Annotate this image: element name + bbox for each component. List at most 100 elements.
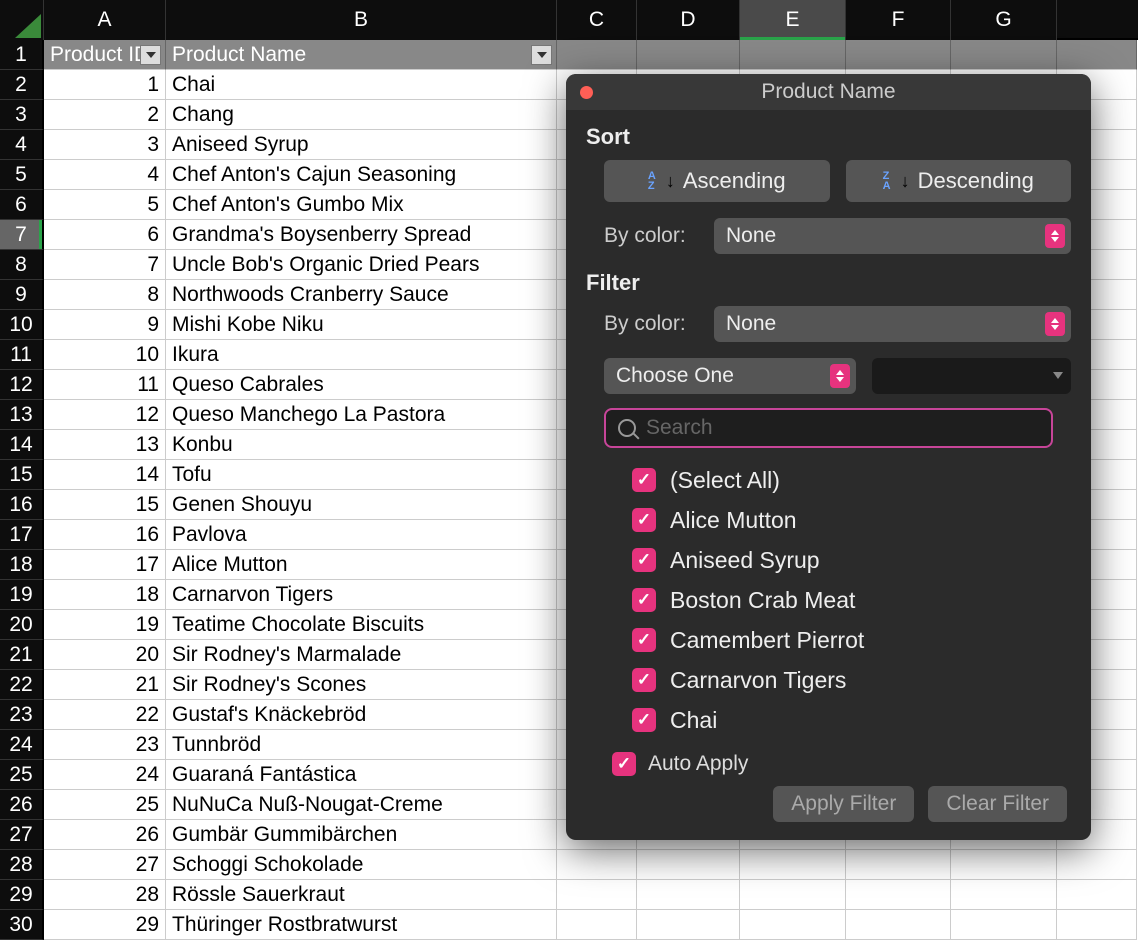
cell-product-name[interactable]: Schoggi Schokolade — [166, 850, 557, 880]
row-header[interactable]: 8 — [0, 250, 44, 280]
sort-by-color-select[interactable]: None — [714, 218, 1071, 254]
search-field[interactable] — [604, 408, 1053, 448]
cell-empty[interactable] — [951, 850, 1057, 880]
cell-empty[interactable] — [846, 40, 951, 70]
row-header[interactable]: 24 — [0, 730, 44, 760]
cell-empty[interactable] — [951, 40, 1057, 70]
row-header[interactable]: 23 — [0, 700, 44, 730]
cell-empty[interactable] — [740, 880, 846, 910]
cell-product-name[interactable]: NuNuCa Nuß-Nougat-Creme — [166, 790, 557, 820]
cell-empty[interactable] — [740, 850, 846, 880]
checkbox-icon[interactable]: ✓ — [632, 468, 656, 492]
row-header[interactable]: 22 — [0, 670, 44, 700]
cell-product-id[interactable]: 23 — [44, 730, 166, 760]
row-header[interactable]: 13 — [0, 400, 44, 430]
cell-empty[interactable] — [1057, 880, 1137, 910]
row-header[interactable]: 17 — [0, 520, 44, 550]
filter-by-color-select[interactable]: None — [714, 306, 1071, 342]
cell-empty[interactable] — [557, 850, 637, 880]
col-header-a[interactable]: A — [44, 0, 166, 40]
cell-product-name[interactable]: Carnarvon Tigers — [166, 580, 557, 610]
cell-product-name[interactable]: Queso Manchego La Pastora — [166, 400, 557, 430]
col-header-f[interactable]: F — [846, 0, 951, 40]
cell-product-name[interactable]: Alice Mutton — [166, 550, 557, 580]
row-header[interactable]: 18 — [0, 550, 44, 580]
cell-empty[interactable] — [557, 880, 637, 910]
filter-list-item[interactable]: ✓Alice Mutton — [632, 500, 1053, 540]
cell-product-id[interactable]: 27 — [44, 850, 166, 880]
select-all-corner[interactable] — [0, 0, 44, 40]
cell-empty[interactable] — [951, 880, 1057, 910]
row-header[interactable]: 29 — [0, 880, 44, 910]
row-header[interactable]: 9 — [0, 280, 44, 310]
row-header[interactable]: 1 — [0, 40, 44, 70]
cell-product-id[interactable]: 22 — [44, 700, 166, 730]
cell-product-name[interactable]: Uncle Bob's Organic Dried Pears — [166, 250, 557, 280]
cell-product-name[interactable]: Pavlova — [166, 520, 557, 550]
filter-list-item[interactable]: ✓Boston Crab Meat — [632, 580, 1053, 620]
filter-dropdown-icon[interactable] — [140, 45, 161, 65]
cell-empty[interactable] — [637, 880, 740, 910]
cell-product-id[interactable]: 8 — [44, 280, 166, 310]
cell-product-name[interactable]: Aniseed Syrup — [166, 130, 557, 160]
cell-product-name[interactable]: Teatime Chocolate Biscuits — [166, 610, 557, 640]
row-header[interactable]: 25 — [0, 760, 44, 790]
auto-apply-checkbox[interactable]: ✓ — [612, 752, 636, 776]
cell-product-name[interactable]: Konbu — [166, 430, 557, 460]
cell-product-id[interactable]: 16 — [44, 520, 166, 550]
cell-product-name[interactable]: Chef Anton's Cajun Seasoning — [166, 160, 557, 190]
cell-product-name[interactable]: Chai — [166, 70, 557, 100]
checkbox-icon[interactable]: ✓ — [632, 548, 656, 572]
checkbox-icon[interactable]: ✓ — [632, 628, 656, 652]
cell-product-id[interactable]: 19 — [44, 610, 166, 640]
cell-product-name[interactable]: Grandma's Boysenberry Spread — [166, 220, 557, 250]
cell-product-name[interactable]: Genen Shouyu — [166, 490, 557, 520]
row-header[interactable]: 5 — [0, 160, 44, 190]
cell-product-name[interactable]: Northwoods Cranberry Sauce — [166, 280, 557, 310]
cell-product-name[interactable]: Sir Rodney's Marmalade — [166, 640, 557, 670]
row-header[interactable]: 19 — [0, 580, 44, 610]
header-cell-product-name[interactable]: Product Name — [166, 40, 557, 70]
sort-descending-button[interactable]: ZA ↓ Descending — [846, 160, 1072, 202]
cell-empty[interactable] — [1057, 40, 1137, 70]
cell-empty[interactable] — [637, 40, 740, 70]
filter-list-item[interactable]: ✓(Select All) — [632, 460, 1053, 500]
cell-product-id[interactable]: 9 — [44, 310, 166, 340]
cell-product-name[interactable]: Tunnbröd — [166, 730, 557, 760]
cell-product-id[interactable]: 14 — [44, 460, 166, 490]
row-header[interactable]: 30 — [0, 910, 44, 940]
row-header[interactable]: 10 — [0, 310, 44, 340]
cell-product-name[interactable]: Chang — [166, 100, 557, 130]
sort-ascending-button[interactable]: AZ ↓ Ascending — [604, 160, 830, 202]
row-header[interactable]: 2 — [0, 70, 44, 100]
cell-empty[interactable] — [637, 850, 740, 880]
col-header-e[interactable]: E — [740, 0, 846, 40]
header-cell-product-id[interactable]: Product ID — [44, 40, 166, 70]
row-header[interactable]: 6 — [0, 190, 44, 220]
cell-product-id[interactable]: 4 — [44, 160, 166, 190]
cell-product-name[interactable]: Chef Anton's Gumbo Mix — [166, 190, 557, 220]
cell-empty[interactable] — [1057, 910, 1137, 940]
cell-product-id[interactable]: 15 — [44, 490, 166, 520]
checkbox-icon[interactable]: ✓ — [632, 588, 656, 612]
cell-empty[interactable] — [637, 910, 740, 940]
cell-empty[interactable] — [846, 910, 951, 940]
cell-product-name[interactable]: Mishi Kobe Niku — [166, 310, 557, 340]
search-input[interactable] — [646, 416, 1039, 440]
cell-product-name[interactable]: Guaraná Fantástica — [166, 760, 557, 790]
cell-product-name[interactable]: Queso Cabrales — [166, 370, 557, 400]
cell-empty[interactable] — [951, 910, 1057, 940]
filter-list-item[interactable]: ✓Chai — [632, 700, 1053, 740]
cell-product-id[interactable]: 20 — [44, 640, 166, 670]
cell-empty[interactable] — [846, 880, 951, 910]
cell-empty[interactable] — [740, 40, 846, 70]
cell-product-id[interactable]: 26 — [44, 820, 166, 850]
cell-product-name[interactable]: Gustaf's Knäckebröd — [166, 700, 557, 730]
row-header[interactable]: 27 — [0, 820, 44, 850]
apply-filter-button[interactable]: Apply Filter — [773, 786, 914, 822]
cell-product-name[interactable]: Thüringer Rostbratwurst — [166, 910, 557, 940]
filter-value-input[interactable] — [872, 358, 1071, 394]
cell-product-id[interactable]: 6 — [44, 220, 166, 250]
cell-product-id[interactable]: 21 — [44, 670, 166, 700]
row-header[interactable]: 15 — [0, 460, 44, 490]
